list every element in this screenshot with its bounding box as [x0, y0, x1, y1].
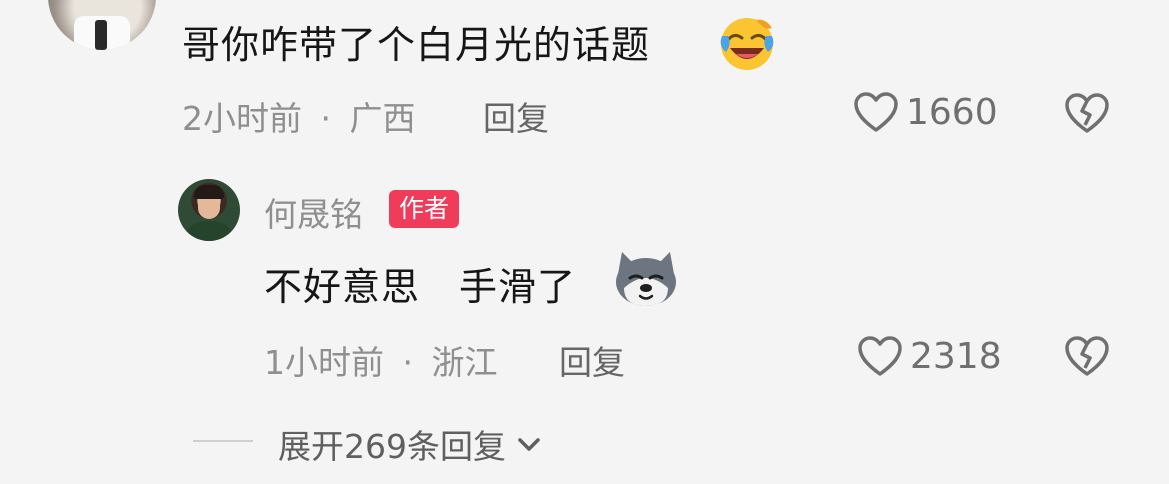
expand-replies-label: 展开269条回复: [278, 427, 506, 466]
avatar-tie: [95, 20, 107, 50]
like-button[interactable]: 1660: [852, 90, 998, 134]
reply-time: 1小时前: [264, 343, 384, 382]
comment-location: 广西: [349, 99, 416, 138]
avatar-jacket: [182, 221, 236, 241]
comment-meta: 2小时前 · 广西: [182, 92, 416, 140]
broken-heart-icon[interactable]: [1063, 334, 1111, 378]
husky-dog-icon: [608, 248, 684, 310]
reply-text: 不好意思 手滑了: [264, 265, 577, 309]
comment-time: 2小时前: [182, 99, 302, 138]
heart-outline-icon: [856, 334, 904, 378]
expand-divider: [193, 440, 253, 442]
author-username[interactable]: 何晟铭: [264, 188, 363, 236]
comment-text: 哥你咋带了个白月光的话题: [182, 23, 651, 67]
broken-heart-icon[interactable]: [1063, 91, 1111, 135]
reply-meta: 1小时前 · 浙江: [264, 336, 498, 384]
reply-location: 浙江: [431, 343, 498, 382]
meta-separator: ·: [402, 343, 414, 382]
reply-to-reply-button[interactable]: 回复: [559, 336, 625, 384]
reply-like-count: 2318: [910, 335, 1002, 377]
chevron-down-icon: [514, 429, 544, 459]
avatar-hair: [194, 185, 224, 199]
like-count: 1660: [906, 91, 998, 133]
reply-button[interactable]: 回复: [483, 92, 549, 140]
laughing-face-icon: [716, 12, 778, 74]
author-avatar[interactable]: [178, 179, 240, 241]
reply-like-button[interactable]: 2318: [856, 334, 1002, 378]
author-badge: 作者: [389, 190, 460, 228]
heart-outline-icon: [852, 90, 900, 134]
expand-replies-button[interactable]: 展开269条回复: [278, 420, 544, 468]
commenter-avatar[interactable]: [48, 0, 156, 50]
meta-separator: ·: [320, 99, 332, 138]
